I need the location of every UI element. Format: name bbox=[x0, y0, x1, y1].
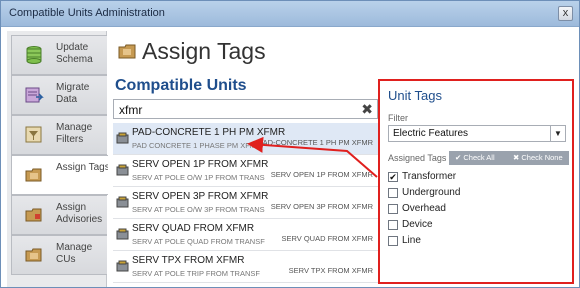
app-window: Compatible Units Administration x Update… bbox=[0, 0, 580, 288]
annotation-arrow bbox=[247, 136, 378, 178]
